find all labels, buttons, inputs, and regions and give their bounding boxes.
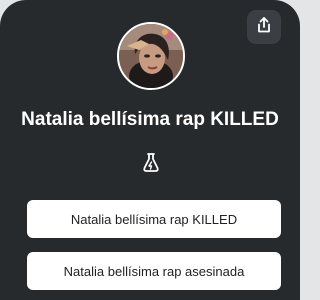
linkfire-bolt-icon [140,152,162,174]
avatar [117,22,185,90]
link-button-killed[interactable]: Natalia bellísima rap KILLED [27,200,281,238]
share-button[interactable] [247,10,281,44]
link-button-asesinada[interactable]: Natalia bellísima rap asesinada [27,252,281,290]
profile-card: Natalia bellísima rap KILLED Natalia bel… [0,0,300,300]
share-icon [255,16,273,39]
profile-title: Natalia bellísima rap KILLED [21,109,279,130]
